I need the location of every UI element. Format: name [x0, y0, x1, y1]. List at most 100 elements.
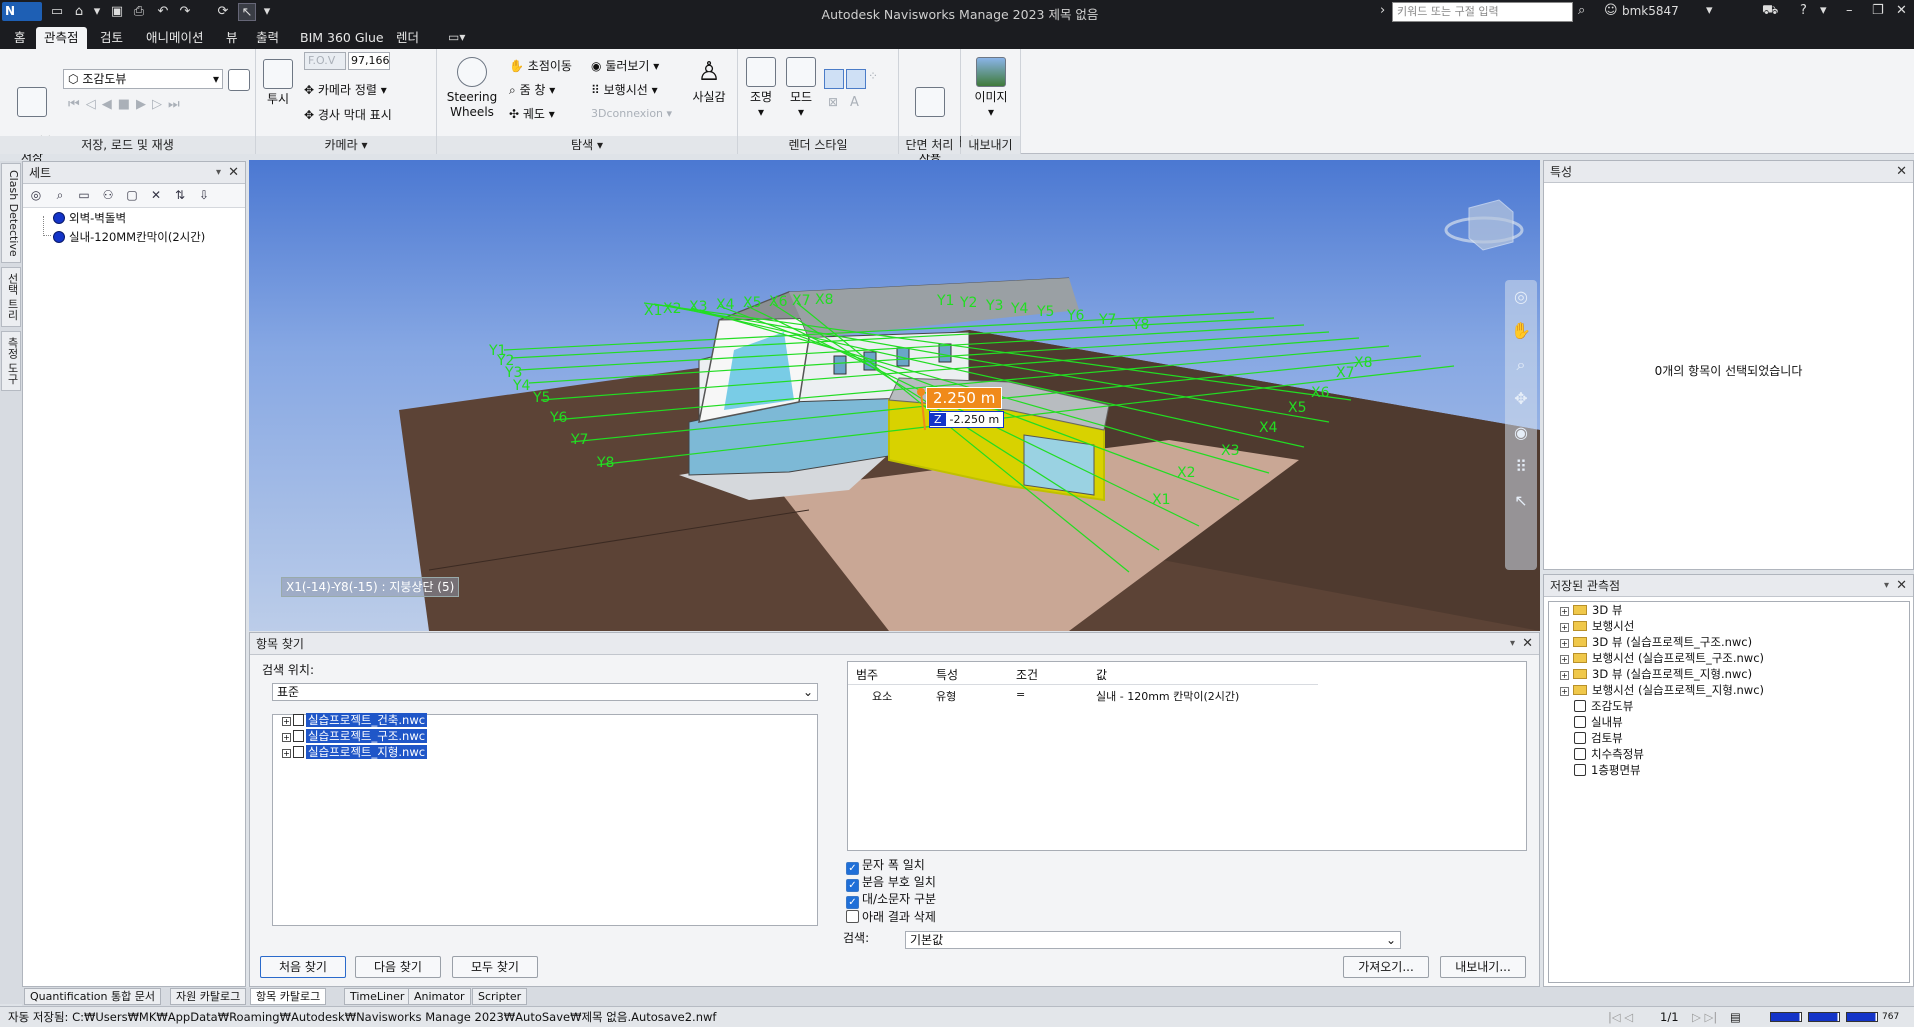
- viewpoint-folder[interactable]: +3D 뷰 (실습프로젝트_지형.nwc): [1560, 666, 1752, 682]
- find-first-button[interactable]: 처음 찾기: [260, 956, 346, 978]
- viewpoint-folder[interactable]: + 보행시선: [1560, 618, 1634, 634]
- sort-icon[interactable]: ⇅: [171, 188, 189, 204]
- file-item[interactable]: + 실습프로젝트_구조.nwc: [282, 729, 428, 743]
- tab-view[interactable]: 뷰: [218, 27, 246, 49]
- fov-slider[interactable]: F.O.V: [304, 52, 346, 70]
- tab-output[interactable]: 출력: [248, 27, 287, 49]
- expand-icon[interactable]: +: [282, 749, 291, 758]
- import-button[interactable]: 가져오기...: [1343, 956, 1429, 978]
- search-mode-dropdown[interactable]: 기본값 ⌄: [905, 931, 1401, 949]
- user-name[interactable]: bmk5847: [1622, 4, 1679, 18]
- look-icon[interactable]: ◉: [1505, 416, 1537, 450]
- user-icon[interactable]: ☺: [1604, 3, 1618, 18]
- import-export-icon[interactable]: ⇩: [195, 188, 213, 204]
- viewpoint-folder[interactable]: +3D 뷰: [1560, 602, 1622, 618]
- prune-below-checkbox[interactable]: 아래 결과 삭제: [846, 909, 936, 925]
- points-icon[interactable]: ⁘: [868, 69, 878, 83]
- new-folder-icon[interactable]: ▭: [75, 188, 93, 204]
- expand-arrow-icon[interactable]: ›: [1380, 3, 1385, 18]
- lighting-button[interactable]: 조명 ▾: [744, 57, 778, 120]
- help-search-input[interactable]: 키워드 또는 구절 입력: [1392, 2, 1573, 22]
- tab-clash-detective[interactable]: Clash Detective: [1, 163, 21, 263]
- scene-canvas[interactable]: [249, 160, 1540, 631]
- redo-icon[interactable]: ↷: [176, 3, 194, 21]
- close-icon[interactable]: ✕: [228, 162, 239, 184]
- match-width-checkbox[interactable]: ✓ 문자 폭 일치: [846, 857, 925, 875]
- open-file-icon[interactable]: ⌂: [70, 3, 88, 21]
- video-icon[interactable]: ▭▾: [448, 30, 465, 44]
- walk-icon[interactable]: ⠿: [1505, 450, 1537, 484]
- manage-viewpoints-icon[interactable]: [228, 69, 250, 91]
- pan-button[interactable]: ✋ 초점이동: [509, 55, 572, 77]
- pin-icon[interactable]: ▾: [1884, 575, 1889, 597]
- text-icon[interactable]: A: [850, 95, 859, 110]
- show-tilt-bar-button[interactable]: ✥ 경사 막대 표시: [304, 104, 392, 126]
- tab-quantification[interactable]: Quantification 통합 문서: [24, 988, 161, 1005]
- viewpoint-folder[interactable]: + 보행시선 (실습프로젝트_구조.nwc): [1560, 650, 1764, 666]
- viewcube[interactable]: [1444, 199, 1524, 251]
- expand-icon[interactable]: +: [282, 717, 291, 726]
- close-icon[interactable]: ✕: [1522, 633, 1533, 655]
- expand-icon[interactable]: +: [1560, 607, 1569, 616]
- lines-icon[interactable]: [846, 69, 866, 89]
- tab-home[interactable]: 홈: [6, 27, 34, 49]
- snap-points-icon[interactable]: ⊠: [828, 95, 838, 109]
- dropdown-icon[interactable]: ▾: [1820, 3, 1827, 18]
- export-button[interactable]: 내보내기...: [1440, 956, 1526, 978]
- look-around-button[interactable]: ◉ 둘러보기 ▾: [591, 55, 659, 77]
- align-camera-button[interactable]: ✥ 카메라 정렬 ▾: [304, 79, 387, 101]
- file-item[interactable]: + 실습프로젝트_건축.nwc: [282, 713, 428, 727]
- select-icon[interactable]: ↖: [1505, 484, 1537, 518]
- orbit-icon[interactable]: ✥: [1505, 382, 1537, 416]
- cell-condition[interactable]: =: [1016, 688, 1025, 701]
- dropdown-icon[interactable]: ▾: [88, 3, 106, 21]
- walk-button[interactable]: ⠿ 보행시선 ▾: [591, 79, 658, 101]
- tab-timeliner[interactable]: TimeLiner: [344, 988, 411, 1005]
- print-icon[interactable]: ⎙: [130, 3, 148, 21]
- close-icon[interactable]: ✕: [1896, 575, 1907, 597]
- find-next-button[interactable]: 다음 찾기: [355, 956, 441, 978]
- save-search-icon[interactable]: ⌕: [51, 188, 69, 204]
- mode-button[interactable]: 모드 ▾: [784, 57, 818, 120]
- dropdown-icon[interactable]: ▾: [1706, 3, 1713, 18]
- save-icon[interactable]: ▣: [108, 3, 126, 21]
- search-in-dropdown[interactable]: 표준 ⌄: [272, 683, 818, 701]
- tab-review[interactable]: 검토: [92, 27, 131, 49]
- dropdown-icon[interactable]: ▾: [258, 3, 276, 21]
- duplicate-icon[interactable]: ⚇: [99, 188, 117, 204]
- image-export-button[interactable]: 이미지 ▾: [969, 57, 1013, 120]
- expand-icon[interactable]: +: [1560, 655, 1569, 664]
- steering-wheels-button[interactable]: Steering Wheels: [445, 57, 499, 120]
- cart-icon[interactable]: ⛟: [1762, 3, 1778, 20]
- pin-icon[interactable]: ▾: [216, 162, 221, 184]
- tab-animation[interactable]: 애니메이션: [138, 27, 212, 49]
- expand-icon[interactable]: +: [1560, 671, 1569, 680]
- sheet-browser-icon[interactable]: ▤: [1730, 1007, 1741, 1027]
- expand-icon[interactable]: +: [1560, 687, 1569, 696]
- tab-viewpoint[interactable]: 관측점: [36, 27, 87, 49]
- zoom-window-icon[interactable]: ⌕: [1505, 348, 1537, 382]
- perspective-button[interactable]: 투시: [262, 59, 294, 107]
- viewpoint-folder[interactable]: +3D 뷰 (실습프로젝트_구조.nwc): [1560, 634, 1752, 650]
- tab-selection-tree[interactable]: 선택 트리: [1, 267, 21, 327]
- delete-icon[interactable]: ✕: [147, 188, 165, 204]
- 3d-viewport[interactable]: X1 X2 X3 X4 X5 X6 X7 X8 Y1 Y2 Y3 Y4 Y5 Y…: [249, 160, 1540, 631]
- cell-value[interactable]: 실내 - 120mm 칸막이(2시간): [1096, 688, 1239, 704]
- expand-icon[interactable]: +: [282, 733, 291, 742]
- tab-scripter[interactable]: Scripter: [472, 988, 528, 1005]
- steering-wheel-icon[interactable]: ◎: [1505, 280, 1537, 314]
- select-cursor-icon[interactable]: ↖: [238, 3, 256, 21]
- 3dconnexion-button[interactable]: 3Dconnexion ▾: [591, 103, 672, 125]
- find-all-button[interactable]: 모두 찾기: [452, 956, 538, 978]
- tab-measure-tools[interactable]: 측정 도구: [1, 331, 21, 391]
- viewpoint-folder[interactable]: + 보행시선 (실습프로젝트_지형.nwc): [1560, 682, 1764, 698]
- orbit-button[interactable]: ✣ 궤도 ▾: [509, 103, 555, 125]
- zoom-window-button[interactable]: ⌕ 줌 창 ▾: [509, 79, 555, 101]
- tab-bim360[interactable]: BIM 360 Glue: [292, 27, 392, 49]
- binoculars-icon[interactable]: ⌕: [1578, 3, 1585, 18]
- file-item[interactable]: + 실습프로젝트_지형.nwc: [282, 745, 428, 759]
- set-item[interactable]: 외벽-벽돌벽: [53, 210, 126, 226]
- undo-icon[interactable]: ↶: [154, 3, 172, 21]
- cell-category[interactable]: 요소: [872, 688, 892, 704]
- refresh-icon[interactable]: ⟳: [214, 3, 232, 21]
